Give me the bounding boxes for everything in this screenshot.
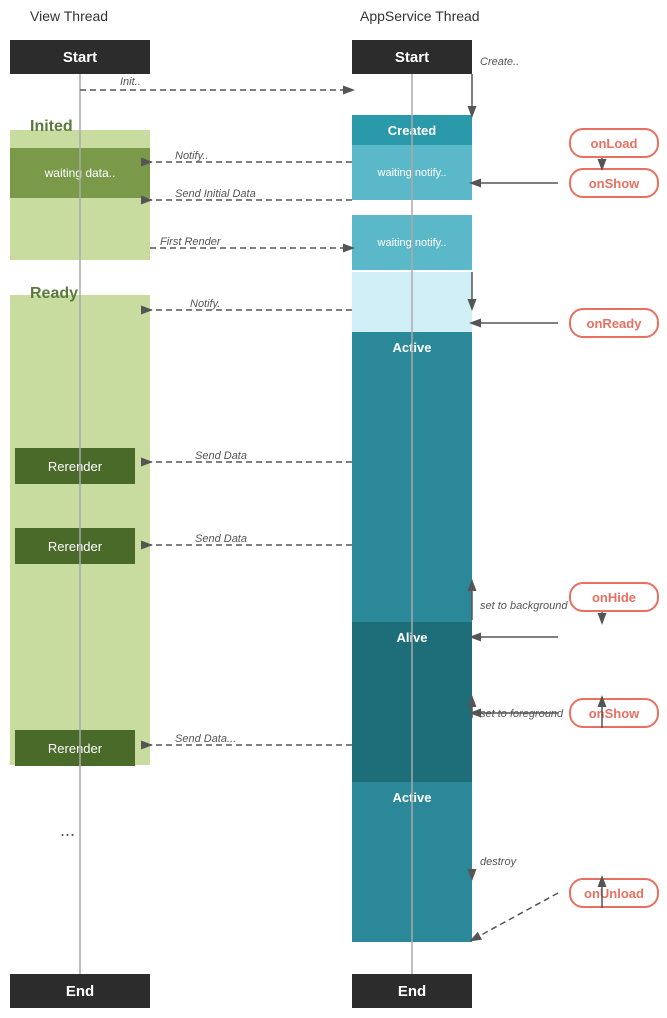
vt-inited-label: Inited bbox=[30, 118, 73, 136]
arrow-set-bg-label: set to background bbox=[480, 600, 567, 612]
at-waiting-notify-2: waiting notify.. bbox=[352, 215, 472, 270]
at-active-2-header: Active bbox=[352, 782, 472, 812]
vt-rerender-2: Rerender bbox=[15, 528, 135, 564]
arrow-destroy-label: destroy bbox=[480, 856, 516, 868]
arrow-init-label: Init.. bbox=[120, 76, 141, 88]
at-end-box: End bbox=[352, 974, 472, 1008]
vt-dots: ... bbox=[60, 820, 75, 841]
at-active-1-body bbox=[352, 362, 472, 622]
vt-ready-label: Ready bbox=[30, 285, 78, 303]
diagram-container: View Thread AppService Thread Start Init… bbox=[0, 0, 667, 1018]
callback-onready: onReady bbox=[569, 308, 659, 338]
arrow-notify1-label: Notify.. bbox=[175, 150, 208, 162]
arrow-notify2-label: Notify. bbox=[190, 298, 220, 310]
arrow-send-data-3-label: Send Data... bbox=[175, 733, 236, 745]
at-active-1-header: Active bbox=[352, 332, 472, 362]
at-start-box: Start bbox=[352, 40, 472, 74]
at-light-area bbox=[352, 272, 472, 332]
at-active-2-body bbox=[352, 812, 472, 942]
arrow-send-initial-label: Send Initial Data bbox=[175, 188, 256, 200]
callback-onload: onLoad bbox=[569, 128, 659, 158]
vt-rerender-1: Rerender bbox=[15, 448, 135, 484]
arrow-send-data-1-label: Send Data bbox=[195, 450, 247, 462]
view-thread-header: View Thread bbox=[30, 8, 108, 24]
at-alive-header: Alive bbox=[352, 622, 472, 652]
vt-end-box: End bbox=[10, 974, 150, 1008]
at-created-box: Created bbox=[352, 115, 472, 145]
arrow-first-render-label: First Render bbox=[160, 236, 221, 248]
arrow-send-data-2-label: Send Data bbox=[195, 533, 247, 545]
callback-onshow-1: onShow bbox=[569, 168, 659, 198]
callback-onunload: onUnload bbox=[569, 878, 659, 908]
at-waiting-notify-1: waiting notify.. bbox=[352, 145, 472, 200]
vt-start-box: Start bbox=[10, 40, 150, 74]
callback-onshow-2: onShow bbox=[569, 698, 659, 728]
app-thread-header: AppService Thread bbox=[360, 8, 480, 24]
arrow-set-fg-label: set to foreground bbox=[480, 708, 563, 720]
vt-rerender-3: Rerender bbox=[15, 730, 135, 766]
vt-waiting-data: waiting data.. bbox=[10, 148, 150, 198]
arrow-create-label: Create.. bbox=[480, 56, 519, 68]
at-alive-body bbox=[352, 652, 472, 782]
callback-onhide: onHide bbox=[569, 582, 659, 612]
